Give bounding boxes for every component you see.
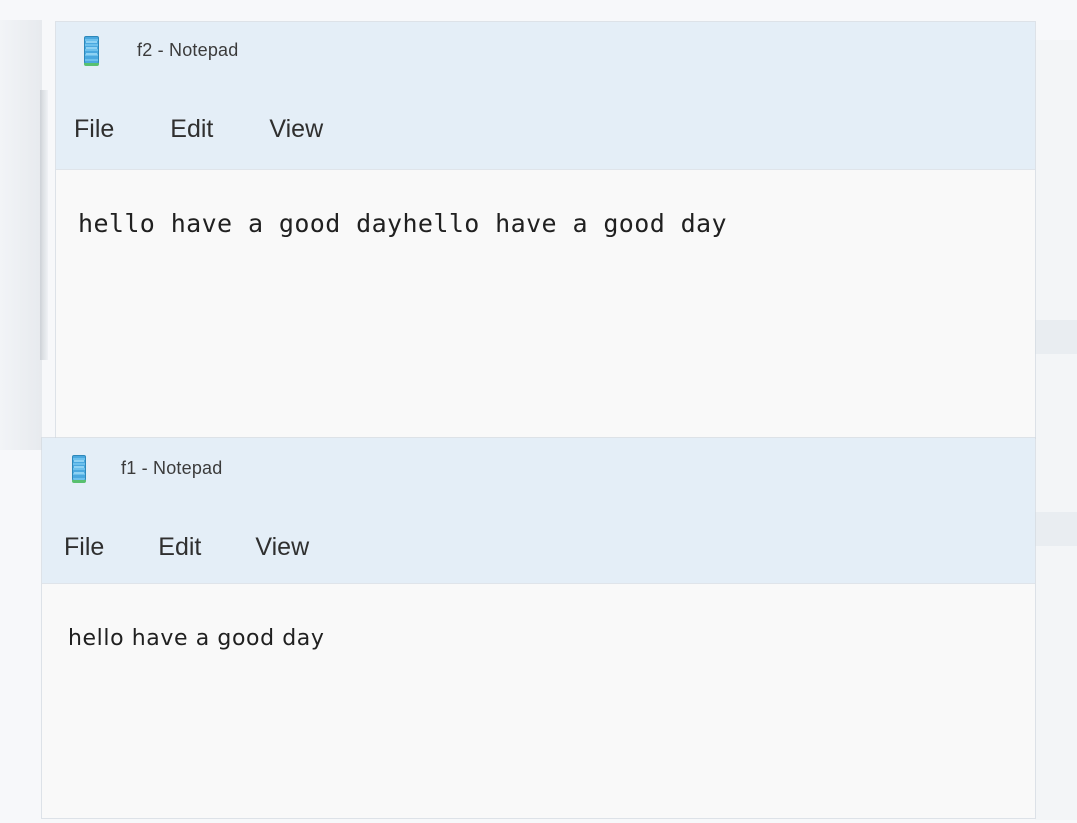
background-right-panel: [1035, 40, 1077, 820]
notepad-window-f2[interactable]: f2 - Notepad File Edit View hello have a…: [56, 22, 1035, 438]
background-window-shadow: [40, 90, 48, 360]
title-bar[interactable]: f1 - Notepad: [42, 438, 1035, 498]
window-title: f2 - Notepad: [137, 39, 239, 60]
menu-edit[interactable]: Edit: [170, 117, 213, 142]
menu-file[interactable]: File: [74, 117, 114, 142]
title-bar[interactable]: f2 - Notepad: [56, 22, 1035, 78]
menu-bar: File Edit View: [56, 78, 1035, 170]
notepad-window-f1[interactable]: f1 - Notepad File Edit View hello have a…: [42, 438, 1035, 818]
menu-bar: File Edit View: [42, 498, 1035, 584]
menu-edit[interactable]: Edit: [158, 535, 201, 560]
notepad-icon: [84, 36, 99, 66]
window-title: f1 - Notepad: [121, 457, 223, 478]
text-editor[interactable]: hello have a good dayhello have a good d…: [56, 170, 1035, 438]
menu-file[interactable]: File: [64, 535, 104, 560]
background-right-band: [1035, 320, 1077, 354]
menu-view[interactable]: View: [269, 117, 323, 142]
menu-view[interactable]: View: [255, 535, 309, 560]
background-right-band: [1035, 512, 1077, 546]
background-left-strip: [0, 20, 42, 450]
document-text[interactable]: hello have a good dayhello have a good d…: [78, 209, 727, 238]
text-editor[interactable]: hello have a good day: [42, 584, 1035, 818]
document-text[interactable]: hello have a good day: [68, 626, 325, 651]
notepad-icon: [72, 455, 86, 483]
